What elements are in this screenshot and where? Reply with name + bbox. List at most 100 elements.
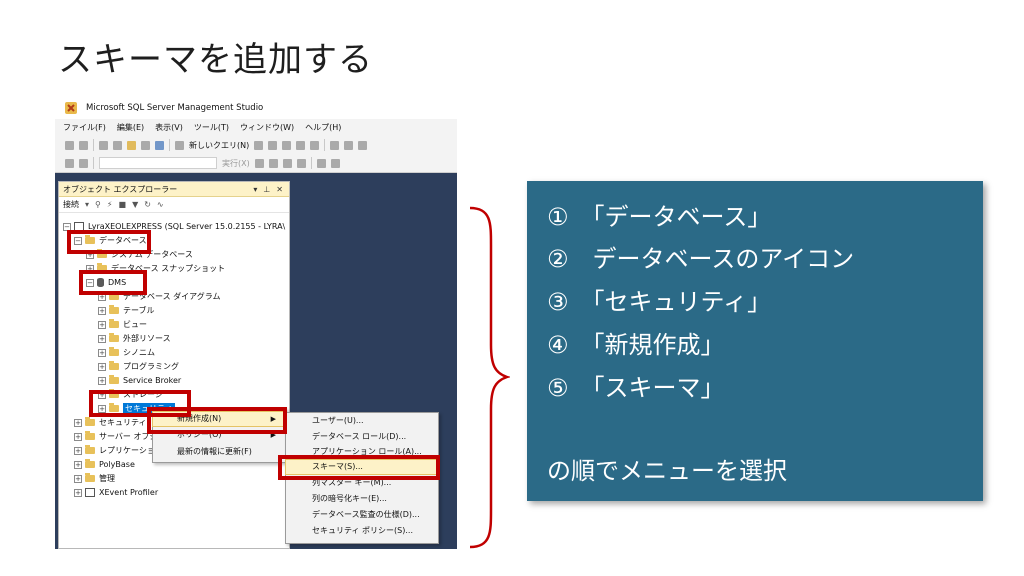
plan-icon[interactable] xyxy=(282,158,292,168)
query-icon[interactable] xyxy=(282,140,292,150)
save-all-icon[interactable] xyxy=(155,140,164,150)
expand-icon[interactable]: + xyxy=(98,376,106,385)
query-icon[interactable] xyxy=(296,140,306,150)
slide-title: スキーマを追加する xyxy=(58,40,373,80)
menu-item-db-audit-spec[interactable]: データベース監査の仕様(D)... xyxy=(286,508,438,522)
open-folder-icon[interactable] xyxy=(127,140,136,150)
folder-icon xyxy=(109,319,119,328)
activity-icon[interactable]: ∿ xyxy=(157,200,164,209)
menu-tools[interactable]: ツール(T) xyxy=(194,121,229,135)
tree-node-xevent-profiler[interactable]: + XEvent Profiler xyxy=(74,486,158,499)
folder-icon xyxy=(85,431,95,440)
menu-item-column-encryption-key[interactable]: 列の暗号化キー(E)... xyxy=(286,492,438,506)
toolbar-separator xyxy=(310,157,312,169)
expand-icon[interactable]: + xyxy=(98,348,106,357)
folder-icon xyxy=(85,459,95,468)
comment-icon[interactable] xyxy=(316,158,326,168)
connect-dropdown-icon[interactable]: ▾ xyxy=(85,200,89,209)
expand-icon[interactable]: + xyxy=(74,418,82,427)
menu-item-refresh[interactable]: 最新の情報に更新(F) xyxy=(153,445,286,459)
menu-edit[interactable]: 編集(E) xyxy=(117,121,144,135)
uncomment-icon[interactable] xyxy=(330,158,340,168)
stop-icon[interactable] xyxy=(254,158,264,168)
step-5: ⑤ 「スキーマ」 xyxy=(547,374,725,402)
new-query-button[interactable]: 新しいクエリ(N) xyxy=(189,140,249,151)
menu-file[interactable]: ファイル(F) xyxy=(63,121,106,135)
tree-node-security-server[interactable]: + セキュリティ xyxy=(74,416,147,429)
forward-icon[interactable] xyxy=(79,140,88,150)
expand-icon[interactable]: + xyxy=(98,306,106,315)
step-3: ③ 「セキュリティ」 xyxy=(547,288,772,316)
tree-node-synonyms[interactable]: + シノニム xyxy=(98,346,155,359)
tree-node-label: ビュー xyxy=(123,320,147,329)
expand-icon[interactable]: + xyxy=(98,362,106,371)
new-project-icon[interactable] xyxy=(99,140,108,150)
query-icon[interactable] xyxy=(268,140,278,150)
folder-icon xyxy=(85,417,95,426)
paste-icon[interactable] xyxy=(358,140,368,150)
save-icon[interactable] xyxy=(141,140,150,150)
add-item-icon[interactable] xyxy=(113,140,122,150)
query-icon[interactable] xyxy=(310,140,320,150)
cut-icon[interactable] xyxy=(330,140,340,150)
dropdown-icon[interactable]: ▾ xyxy=(253,185,257,194)
tree-node-label: プログラミング xyxy=(123,362,179,371)
expand-icon[interactable]: + xyxy=(74,446,82,455)
tree-node-label: シノニム xyxy=(123,348,155,357)
filter-icon[interactable]: ▼ xyxy=(132,200,138,209)
copy-icon[interactable] xyxy=(344,140,354,150)
new-query-icon[interactable] xyxy=(175,140,184,150)
refresh-icon[interactable]: ↻ xyxy=(144,200,151,209)
menu-window[interactable]: ウィンドウ(W) xyxy=(240,121,294,135)
menu-item-security-policy[interactable]: セキュリティ ポリシー(S)... xyxy=(286,524,438,538)
toolbar-separator xyxy=(93,139,94,151)
tree-node-polybase[interactable]: + PolyBase xyxy=(74,458,135,471)
tree-node-programming[interactable]: + プログラミング xyxy=(98,360,179,373)
back-icon[interactable] xyxy=(65,140,74,150)
connect-icon[interactable]: ⚲ xyxy=(95,200,101,209)
connect-button[interactable]: 接続 xyxy=(63,199,79,210)
tree-node-label: 外部リソース xyxy=(123,334,171,343)
folder-icon xyxy=(109,333,119,342)
tree-node-management[interactable]: + 管理 xyxy=(74,472,115,485)
query-icon[interactable] xyxy=(254,140,264,150)
menu-view[interactable]: 表示(V) xyxy=(155,121,183,135)
expand-icon[interactable]: + xyxy=(74,460,82,469)
expand-icon[interactable]: + xyxy=(98,334,106,343)
tree-node-tables[interactable]: + テーブル xyxy=(98,304,155,317)
title-bar: Microsoft SQL Server Management Studio xyxy=(55,97,457,119)
sql-editor-toolbar: 実行(X) xyxy=(55,155,457,171)
menu-help[interactable]: ヘルプ(H) xyxy=(305,121,341,135)
tree-node-replication[interactable]: + レプリケーション xyxy=(74,444,163,457)
step-2: ② データベースのアイコン xyxy=(547,245,855,273)
folder-icon xyxy=(85,473,95,482)
expand-icon[interactable]: + xyxy=(74,474,82,483)
menu-item-user[interactable]: ユーザー(U)... xyxy=(286,414,438,428)
stop-icon[interactable]: ■ xyxy=(119,200,127,209)
tree-node-service-broker[interactable]: + Service Broker xyxy=(98,374,181,387)
step-1: ① 「データベース」 xyxy=(547,203,772,231)
results-icon[interactable] xyxy=(296,158,306,168)
pin-icon[interactable]: ⊥ xyxy=(263,185,270,194)
parse-icon[interactable] xyxy=(268,158,278,168)
expand-icon[interactable]: + xyxy=(74,432,82,441)
expand-icon[interactable]: + xyxy=(74,488,82,497)
close-icon[interactable]: ✕ xyxy=(276,185,283,194)
expand-icon[interactable]: + xyxy=(98,320,106,329)
tree-node-views[interactable]: + ビュー xyxy=(98,318,147,331)
filter-icon[interactable] xyxy=(65,158,74,168)
ssms-chrome: Microsoft SQL Server Management Studio フ… xyxy=(55,97,457,173)
highlight-databases xyxy=(67,230,151,254)
disconnect-icon[interactable]: ⚡ xyxy=(107,200,113,209)
highlight-schema xyxy=(278,455,440,480)
tree-node-external-resources[interactable]: + 外部リソース xyxy=(98,332,171,345)
execute-button[interactable]: 実行(X) xyxy=(222,158,250,169)
object-explorer-title: オブジェクト エクスプローラー xyxy=(63,184,178,194)
ssms-screenshot: Microsoft SQL Server Management Studio フ… xyxy=(55,97,457,549)
folder-icon xyxy=(85,445,95,454)
folder-icon xyxy=(109,375,119,384)
toolbar-separator xyxy=(324,139,326,151)
menu-item-db-role[interactable]: データベース ロール(D)... xyxy=(286,430,438,444)
database-selector[interactable] xyxy=(99,157,217,169)
debug-icon[interactable] xyxy=(79,158,88,168)
